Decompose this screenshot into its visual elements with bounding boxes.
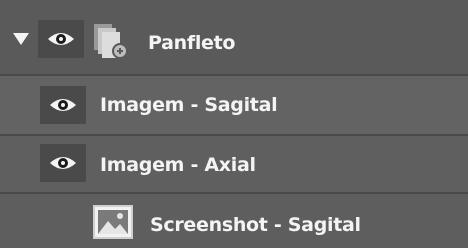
folder-document-icon [94,24,128,59]
visibility-toggle[interactable] [38,20,84,58]
eye-icon [48,33,74,45]
eye-icon [50,99,76,111]
layer-row-imagem-sagital[interactable]: Imagem - Sagital [0,76,468,136]
layer-label: Panfleto [148,32,236,54]
image-icon [93,205,133,239]
eye-icon [50,157,76,169]
visibility-toggle[interactable] [40,86,86,124]
layer-label: Imagem - Sagital [100,94,278,116]
layer-tree: Panfleto Imagem - Sagital Imagem - Axial… [0,0,468,248]
layer-row-imagem-axial[interactable]: Imagem - Axial [0,136,468,194]
layer-label: Imagem - Axial [100,154,256,176]
visibility-toggle[interactable] [40,144,86,182]
expand-triangle-icon[interactable] [13,33,29,45]
layer-row-panfleto[interactable]: Panfleto [0,0,468,76]
layer-row-screenshot-sagital[interactable]: Screenshot - Sagital [0,194,468,248]
layer-label: Screenshot - Sagital [150,214,361,236]
